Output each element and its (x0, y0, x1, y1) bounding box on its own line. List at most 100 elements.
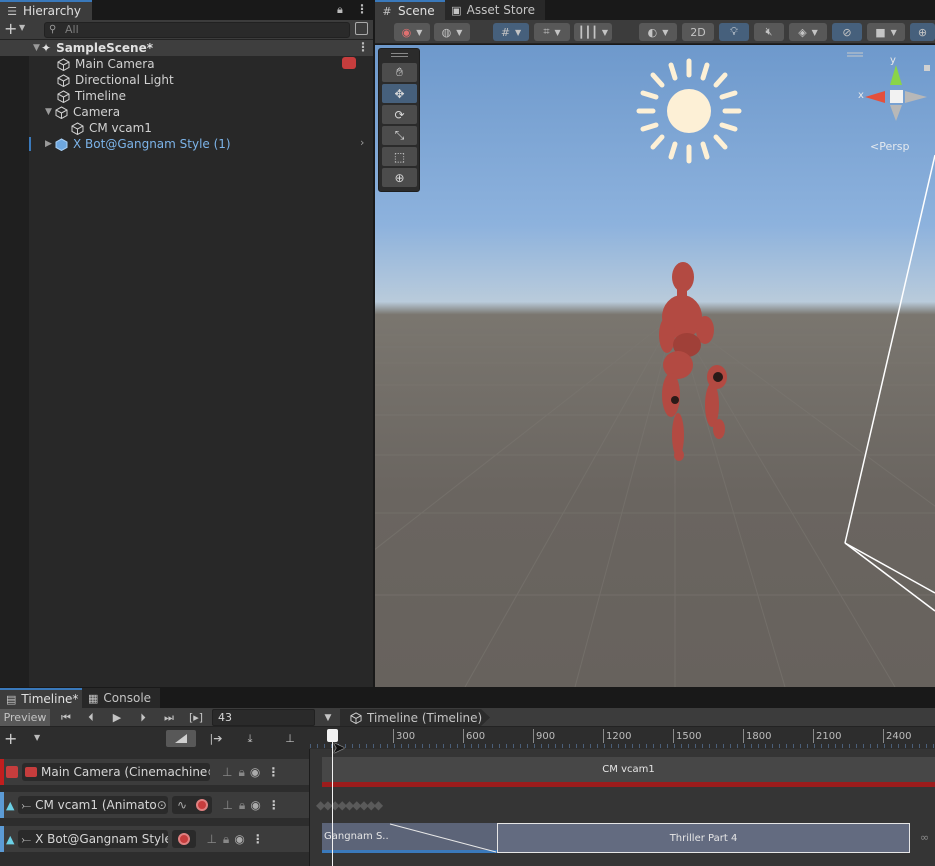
track-menu-icon[interactable]: ⋮ (267, 765, 279, 779)
tab-console[interactable]: ▦ Console (82, 688, 160, 708)
eye-icon[interactable]: ◉ (234, 832, 244, 846)
orientation-gizmo[interactable] (847, 52, 930, 121)
track-binding-field[interactable]: Main Camera (Cinemachine ⊙ (22, 763, 210, 781)
hierarchy-item-samplescene[interactable]: ▼ ✦ SampleScene* ⋮ (0, 40, 373, 56)
go-to-end-button[interactable]: ⏭︎ (158, 709, 180, 726)
track-binding-field[interactable]: ⤚ CM vcam1 (Animato ⊙ (18, 796, 169, 814)
record-icon[interactable] (178, 833, 191, 845)
lock-icon[interactable]: 🔒︎ (238, 765, 244, 780)
pin-icon[interactable]: ⊥ (222, 798, 232, 812)
keyframes[interactable]: ◆◆◆◆◆◆◆◆◆ (316, 798, 396, 812)
hierarchy-item-directional-light[interactable]: Directional Light (0, 72, 373, 88)
snap-button[interactable]: ⌗ ▼ (534, 23, 570, 41)
hierarchy-item-main-camera[interactable]: Main Camera (0, 56, 373, 72)
pin-icon[interactable]: ⊥ (222, 765, 232, 779)
hand-tool-button[interactable]: ✋︎ (382, 63, 417, 82)
grid-toggle-button[interactable]: # ▼ (493, 23, 529, 41)
add-track-dropdown-icon[interactable]: ▼ (34, 733, 40, 742)
tool-palette-handle[interactable] (391, 53, 408, 54)
scale-tool-button[interactable]: ⤡ (382, 126, 417, 145)
record-icon[interactable] (195, 799, 208, 811)
scene-viewport[interactable]: y x <Persp ✋︎ ✥ ⟳ ⤡ ⬚ ⊕ (375, 45, 935, 687)
clip-thriller-part-4[interactable]: Thriller Part 4 (497, 823, 910, 853)
track-menu-icon[interactable]: ⋮ (252, 832, 264, 846)
hierarchy-item-x-bot[interactable]: ▶ X Bot@Gangnam Style (1) › (0, 136, 373, 152)
hierarchy-item-timeline[interactable]: Timeline (0, 88, 373, 104)
tab-timeline[interactable]: ▤ Timeline* (0, 688, 82, 708)
create-dropdown-icon[interactable]: ▼ (19, 23, 25, 32)
effects-button[interactable]: ◈ ▼ (789, 23, 827, 41)
tab-hierarchy[interactable]: ☰ Hierarchy (0, 0, 92, 20)
more-menu-icon[interactable]: ⋮ (356, 2, 368, 16)
preview-button[interactable]: Preview (0, 709, 50, 726)
move-tool-button[interactable]: ✥ (382, 84, 417, 103)
step-back-icon: ⏴︎ (88, 710, 94, 724)
play-button[interactable]: ▶ (106, 709, 128, 726)
previous-frame-button[interactable]: ⏴︎ (80, 709, 102, 726)
frame-field[interactable]: 43 (212, 709, 315, 726)
play-range-button[interactable]: [▸] (184, 709, 208, 726)
gizmos-button[interactable]: ⊕ (910, 23, 935, 41)
scene-menu-icon[interactable]: ⋮ (357, 40, 369, 54)
track-main-camera[interactable]: Main Camera (Cinemachine ⊙ ⊥ 🔒︎ ◉ ⋮ (0, 759, 310, 785)
next-frame-button[interactable]: ⏵︎ (132, 709, 154, 726)
ruler-icon: ┃┃┃ (577, 25, 598, 39)
animation-track-icon: ▲ (6, 832, 15, 846)
tool-palette-handle[interactable] (391, 56, 408, 57)
go-to-start-button[interactable]: ⏮︎ (55, 709, 77, 726)
ripple-button[interactable]: ⤓ (236, 730, 264, 747)
transform-tool-button[interactable]: ⊕ (382, 168, 417, 187)
fold-arrow-icon[interactable]: ▼ (0, 43, 40, 53)
clip-cm-vcam1[interactable]: CM vcam1 (322, 757, 935, 787)
audio-toggle-button[interactable]: 🔇︎ (754, 23, 784, 41)
add-track-icon[interactable]: + (4, 729, 17, 748)
fold-arrow-icon[interactable]: ▶ (45, 139, 55, 149)
breadcrumb[interactable]: Timeline (Timeline) (340, 709, 490, 726)
pin-button[interactable]: ⊥ (280, 730, 300, 747)
eye-icon[interactable]: ◉ (250, 765, 260, 779)
gameobject-cube-icon (57, 73, 70, 87)
pin-icon[interactable]: ⊥ (206, 832, 216, 846)
tab-scene[interactable]: # Scene (375, 0, 445, 20)
rect-tool-button[interactable]: ⬚ (382, 147, 417, 166)
rotate-tool-button[interactable]: ⟳ (382, 105, 417, 124)
chevron-right-icon[interactable]: › (360, 136, 364, 149)
toggle-2d-button[interactable]: 2D (682, 23, 714, 41)
ruler-label: 1200 (606, 731, 632, 742)
increment-snap-button[interactable]: ┃┃┃ ▼ (574, 23, 612, 41)
skip-start-icon: ⏮︎ (61, 710, 71, 724)
camera-settings-button[interactable]: ■ ▼ (867, 23, 905, 41)
fold-arrow-icon[interactable]: ▼ (45, 107, 55, 117)
object-picker-icon[interactable]: ⊙ (207, 765, 210, 779)
curve-icon[interactable]: ∿ (177, 798, 187, 812)
dropdown-arrow-icon: ▼ (324, 712, 332, 723)
scene-visibility-icon[interactable] (355, 22, 368, 35)
hierarchy-item-cm-vcam1[interactable]: CM vcam1 (0, 120, 373, 136)
draw-mode-button[interactable]: ◉ ▼ (394, 23, 430, 41)
hierarchy-item-camera[interactable]: ▼ Camera (0, 104, 373, 120)
create-plus-icon[interactable]: + (4, 19, 17, 38)
lighting-toggle-button[interactable]: 💡︎ (719, 23, 749, 41)
marker-button[interactable]: |➔ (202, 730, 230, 747)
tab-asset-store[interactable]: ▣ Asset Store (445, 0, 545, 20)
curves-toggle-button[interactable] (166, 730, 196, 747)
time-ruler[interactable]: 300 600 900 1200 1500 1800 2100 2400 (310, 727, 935, 749)
shading-mode-button[interactable]: ◐ ▼ (639, 23, 677, 41)
track-cm-vcam1[interactable]: ▲ ⤚ CM vcam1 (Animato ⊙ ∿ ⊥ 🔒︎ ◉ ⋮ (0, 792, 310, 818)
lock-icon[interactable]: 🔒︎ (223, 832, 229, 847)
object-picker-icon[interactable]: ⊙ (157, 798, 167, 812)
track-binding-field[interactable]: ⤚ X Bot@Gangnam Style (18, 830, 169, 848)
eye-icon[interactable]: ◉ (250, 798, 260, 812)
track-menu-icon[interactable]: ⋮ (268, 798, 280, 812)
lock-icon[interactable]: 🔒︎ (337, 3, 343, 17)
timeline-dropdown-button[interactable]: ▼ (320, 709, 336, 726)
gizmo-sphere-icon: ⊕ (917, 25, 928, 39)
hierarchy-item-label: Main Camera (75, 57, 155, 71)
lock-icon[interactable]: 🔒︎ (239, 798, 245, 813)
header-divider[interactable] (309, 749, 310, 866)
track-x-bot[interactable]: ▲ ⤚ X Bot@Gangnam Style ⊥ 🔒︎ ◉ ⋮ (0, 826, 310, 852)
projection-toggle[interactable]: <Persp (870, 140, 909, 153)
scene-visibility-button[interactable]: ⊘ (832, 23, 862, 41)
global-local-button[interactable]: ◍ ▼ (434, 23, 470, 41)
hierarchy-search-input[interactable]: ⚲ All (44, 22, 350, 38)
